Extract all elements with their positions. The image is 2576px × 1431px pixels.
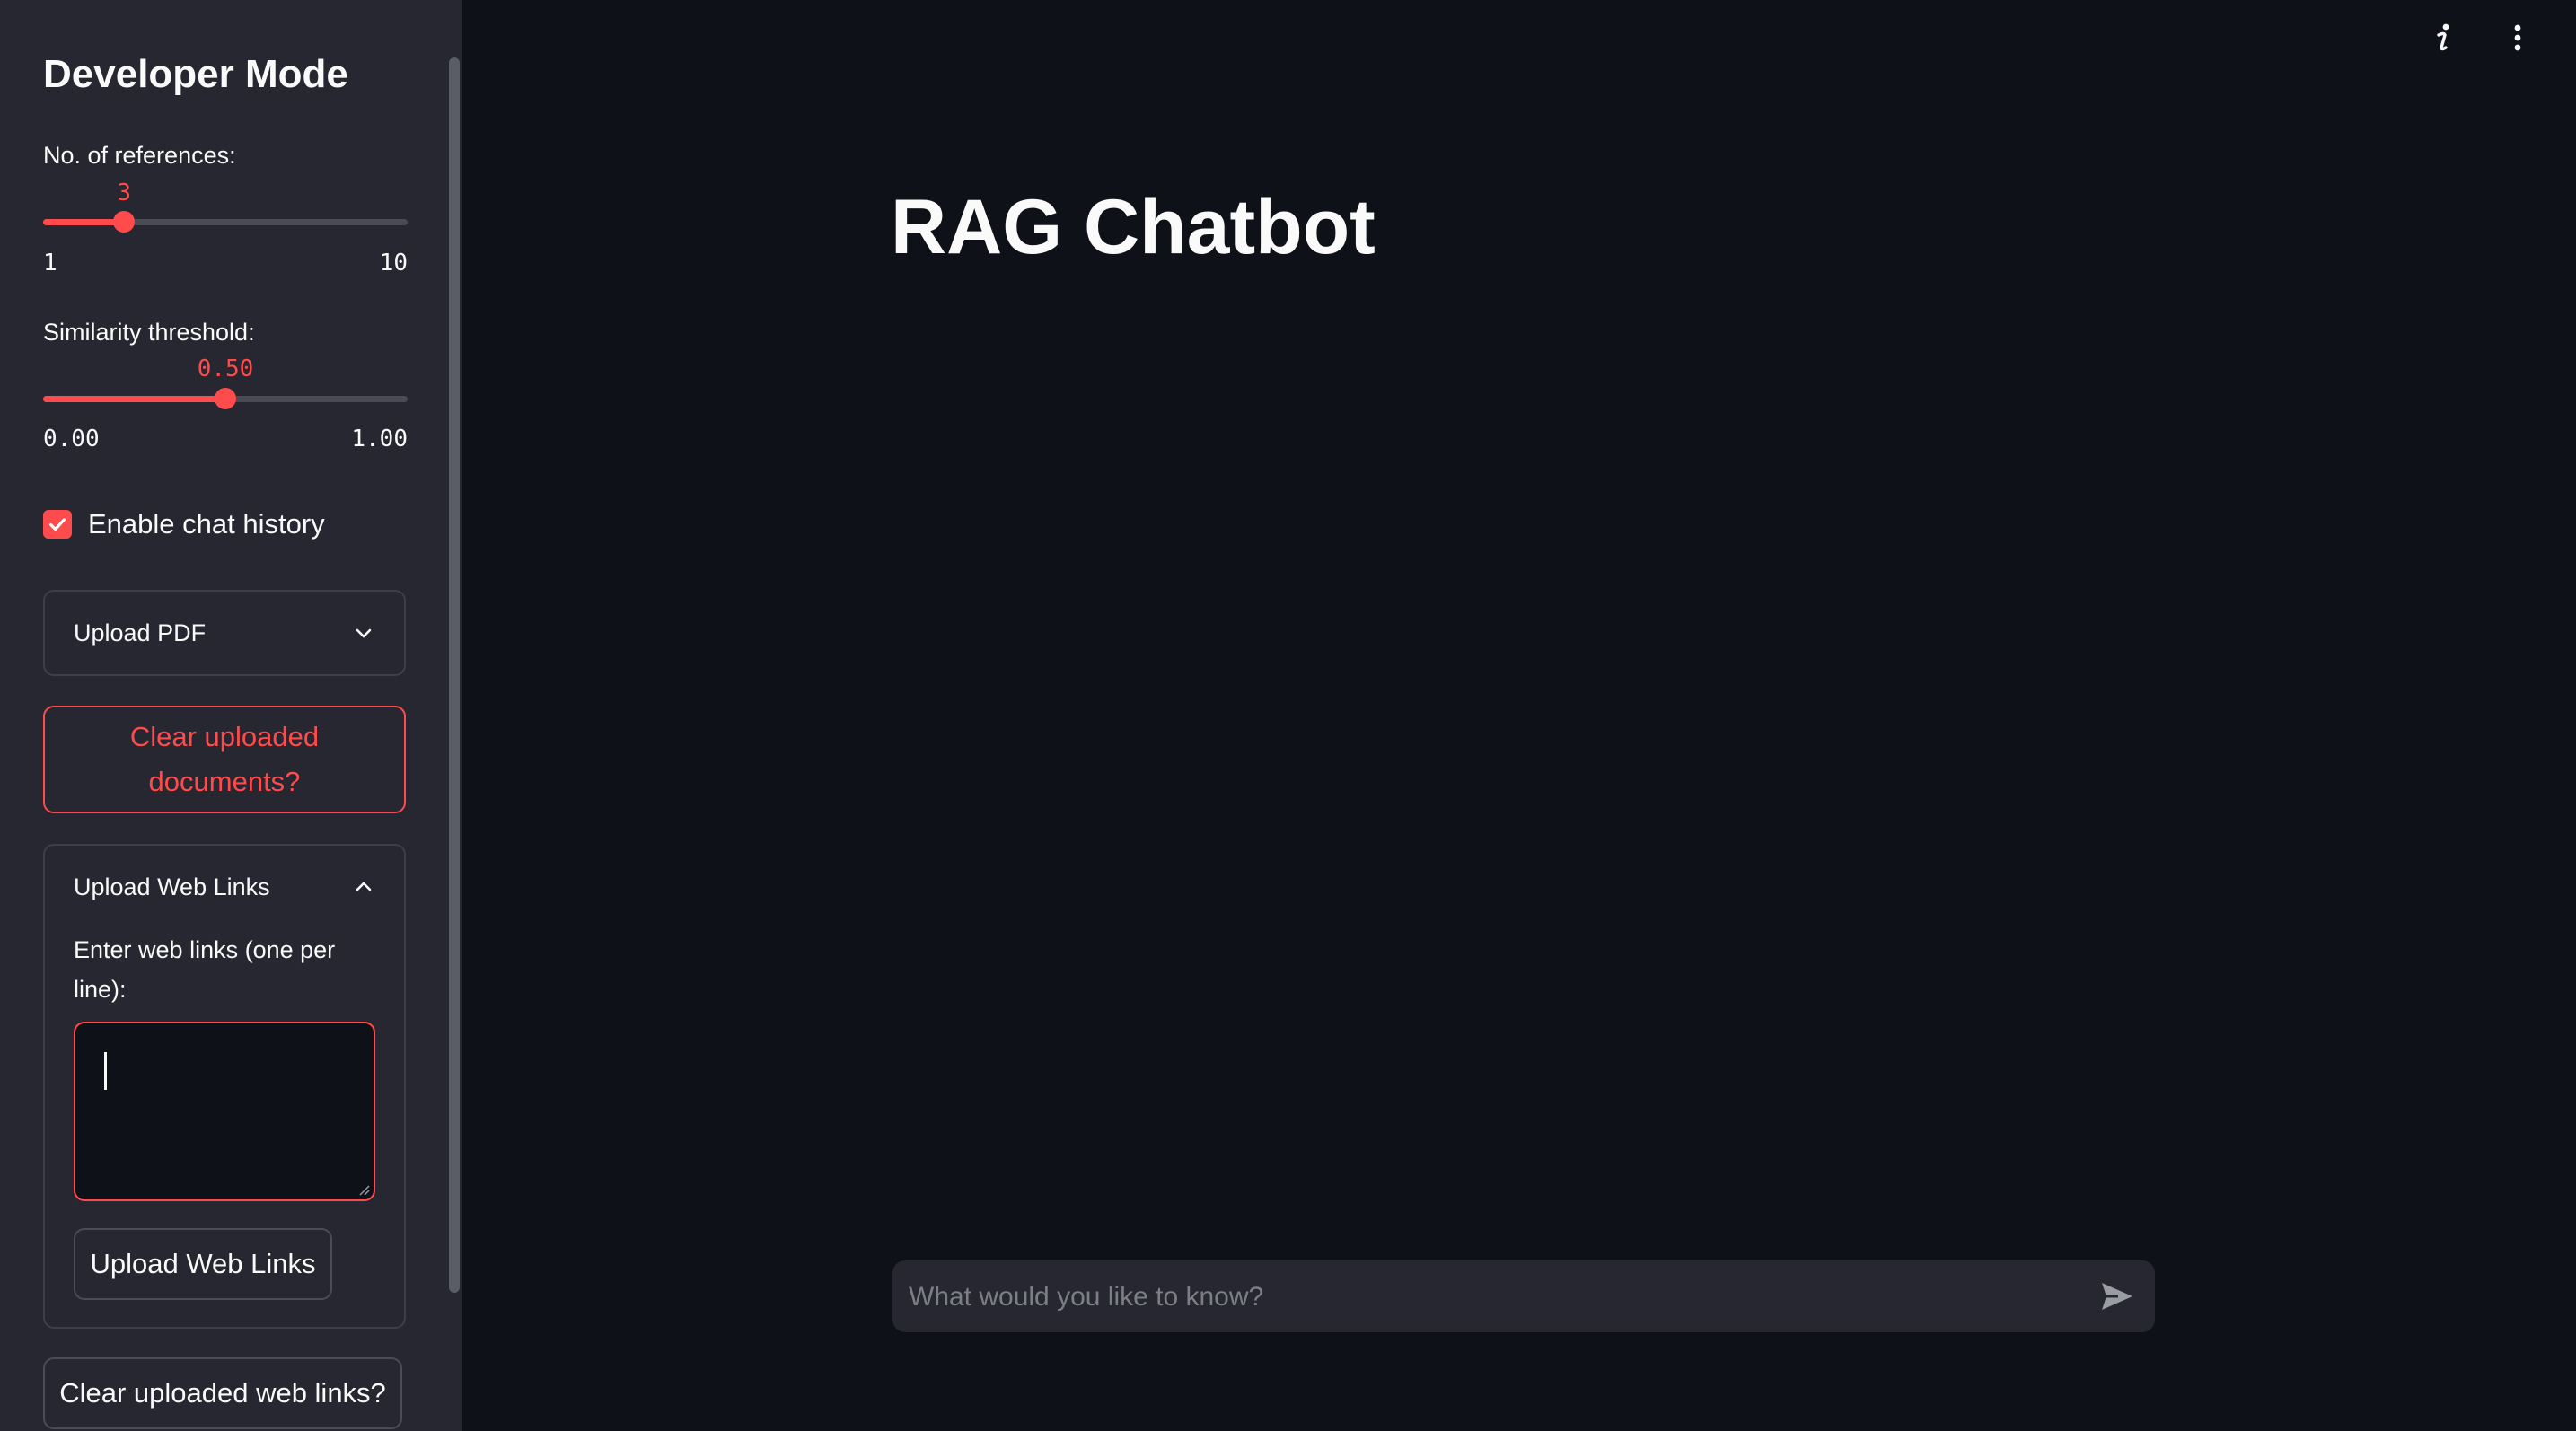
- references-slider-thumb[interactable]: [113, 211, 136, 233]
- threshold-slider-min: 0.00: [43, 426, 100, 452]
- web-links-textarea-label: Enter web links (one per line):: [74, 936, 336, 1003]
- threshold-slider-max: 1.00: [351, 426, 408, 452]
- upload-web-links-button[interactable]: Upload Web Links: [74, 1228, 332, 1300]
- upload-web-links-expander-label: Upload Web Links: [74, 873, 270, 900]
- upload-pdf-expander-header[interactable]: Upload PDF: [74, 592, 375, 674]
- clear-documents-button[interactable]: Clear uploaded documents?: [43, 706, 406, 813]
- references-slider-fill: [43, 219, 125, 225]
- threshold-slider-label: Similarity threshold:: [43, 319, 255, 346]
- threshold-slider[interactable]: [43, 388, 408, 409]
- references-slider-min: 1: [43, 250, 57, 277]
- info-icon[interactable]: [2426, 20, 2462, 56]
- send-icon[interactable]: [2099, 1278, 2135, 1314]
- chevron-down-icon: [352, 621, 375, 645]
- chat-input[interactable]: [907, 1260, 2060, 1334]
- web-links-textarea[interactable]: [74, 1022, 375, 1201]
- chat-history-option[interactable]: Enable chat history: [43, 508, 325, 540]
- chat-input-bar: [892, 1260, 2155, 1334]
- references-slider-max: 10: [379, 250, 408, 277]
- threshold-slider-fill: [43, 396, 225, 402]
- upload-web-links-expander: Upload Web Links Enter web links (one pe…: [43, 844, 406, 1329]
- more-vertical-icon[interactable]: [2500, 20, 2536, 56]
- chat-history-label: Enable chat history: [88, 508, 325, 540]
- upload-pdf-expander-label: Upload PDF: [74, 619, 207, 646]
- references-slider-label: No. of references:: [43, 142, 236, 169]
- sidebar-title: Developer Mode: [43, 52, 348, 96]
- threshold-slider-value: 0.50: [197, 356, 254, 382]
- upload-pdf-expander[interactable]: Upload PDF: [43, 590, 406, 676]
- text-caret: [104, 1052, 107, 1090]
- sidebar: Developer Mode No. of references: 3 1 10…: [0, 0, 462, 1431]
- clear-web-links-button[interactable]: Clear uploaded web links?: [43, 1357, 402, 1429]
- chat-history-checkbox[interactable]: [43, 510, 72, 539]
- chevron-up-icon: [352, 875, 375, 899]
- threshold-slider-thumb[interactable]: [215, 388, 236, 409]
- references-slider[interactable]: [43, 211, 408, 233]
- references-slider-value: 3: [117, 180, 132, 206]
- app-window: Developer Mode No. of references: 3 1 10…: [0, 0, 2576, 1431]
- checkmark-icon: [49, 518, 66, 531]
- resize-grip-icon[interactable]: [357, 1183, 370, 1196]
- page-title: RAG Chatbot: [891, 184, 1376, 270]
- sidebar-scrollbar[interactable]: [449, 57, 460, 1293]
- upload-web-links-expander-header[interactable]: Upload Web Links: [74, 846, 375, 928]
